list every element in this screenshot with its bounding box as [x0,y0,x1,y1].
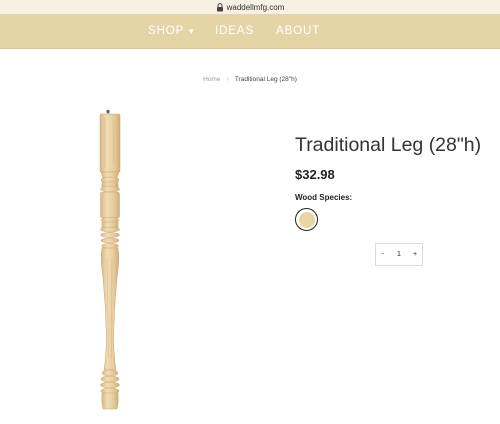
breadcrumb-home[interactable]: Home [203,76,220,83]
nav-ideas[interactable]: IDEAS [215,14,254,49]
swatch-color [298,211,315,228]
main-nav: SHOP ▼ IDEAS ABOUT [0,14,500,49]
quantity-increase-button[interactable]: + [408,251,422,258]
lock-icon [216,2,224,12]
browser-url-bar[interactable]: waddellmfg.com [0,0,500,14]
wood-species-label: Wood Species: [295,193,353,202]
quantity-decrease-button[interactable]: - [376,251,390,258]
product-image [99,109,121,410]
nav-shop[interactable]: SHOP ▼ [148,14,196,49]
chevron-right-icon: › [226,76,229,83]
nav-about[interactable]: ABOUT [276,14,320,49]
product-title: Traditional Leg (28"h) [295,134,482,156]
nav-shop-label: SHOP [148,25,185,37]
breadcrumb: Home › Traditional Leg (28"h) [0,76,500,83]
url-text: waddellmfg.com [226,2,285,12]
product-price: $32.98 [295,167,335,182]
quantity-input[interactable]: 1 [390,251,408,258]
quantity-stepper: - 1 + [375,243,423,266]
chevron-down-icon: ▼ [187,27,197,36]
breadcrumb-current: Traditional Leg (28"h) [234,76,297,83]
wood-species-swatch[interactable] [295,208,318,231]
